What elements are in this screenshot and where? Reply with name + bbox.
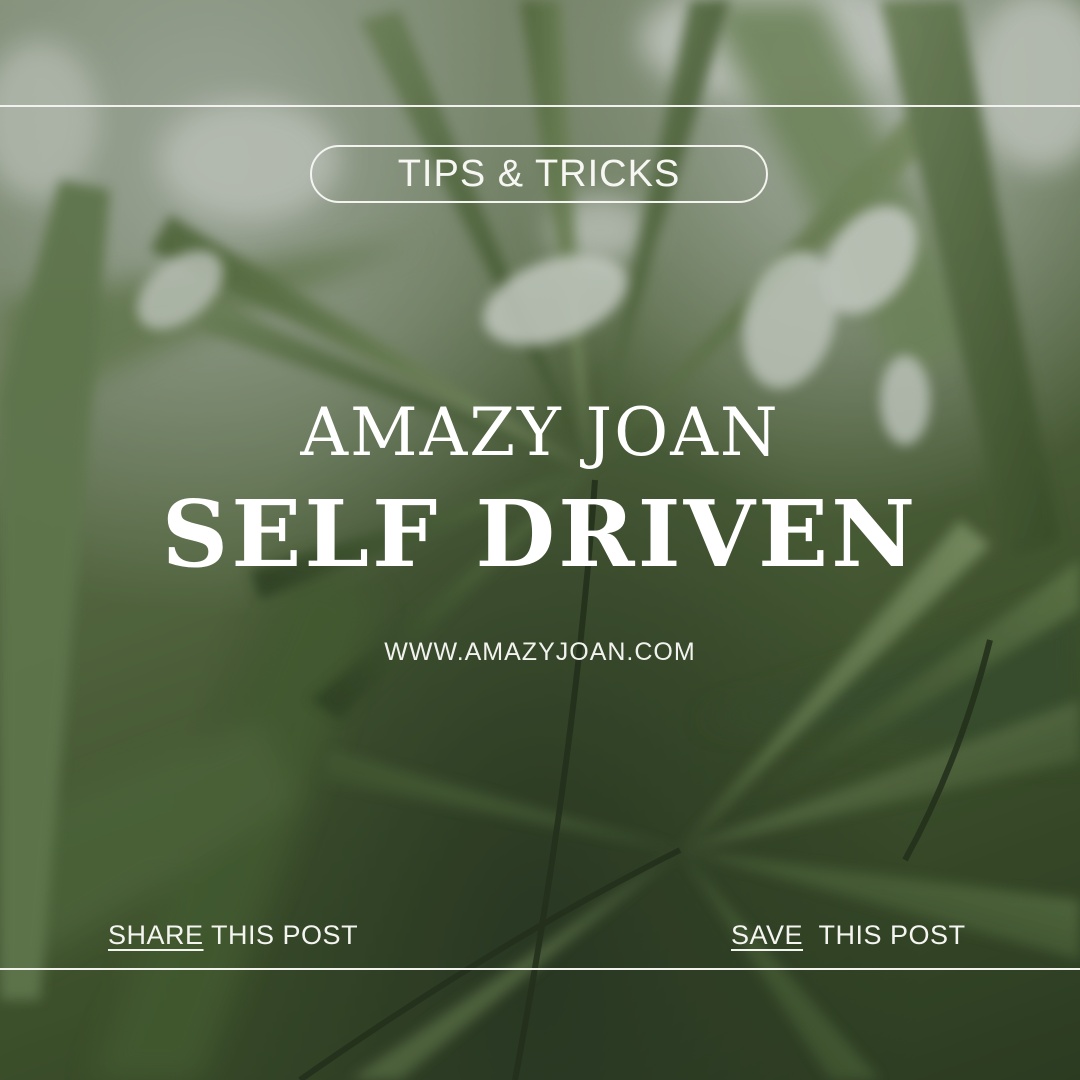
post-canvas: TIPS & TRICKS AMAZY JOAN SELF DRIVEN WWW… <box>0 0 1080 1080</box>
tips-tricks-tag[interactable]: TIPS & TRICKS <box>310 145 768 203</box>
tips-tricks-label: TIPS & TRICKS <box>397 152 681 195</box>
save-link[interactable]: SAVE <box>731 920 803 950</box>
save-rest-label: THIS POST <box>803 920 966 950</box>
share-call-to-action: SHARE THIS POST <box>108 920 358 951</box>
share-link[interactable]: SHARE <box>108 920 204 950</box>
headline: SELF DRIVEN <box>161 480 919 588</box>
save-call-to-action: SAVE THIS POST <box>731 920 966 951</box>
top-divider <box>0 105 1080 107</box>
website-link[interactable]: WWW.AMAZYJOAN.COM <box>0 638 1080 667</box>
brand-name: AMAZY JOAN <box>300 394 780 471</box>
bottom-divider <box>0 968 1080 970</box>
share-rest-label: THIS POST <box>203 920 359 950</box>
